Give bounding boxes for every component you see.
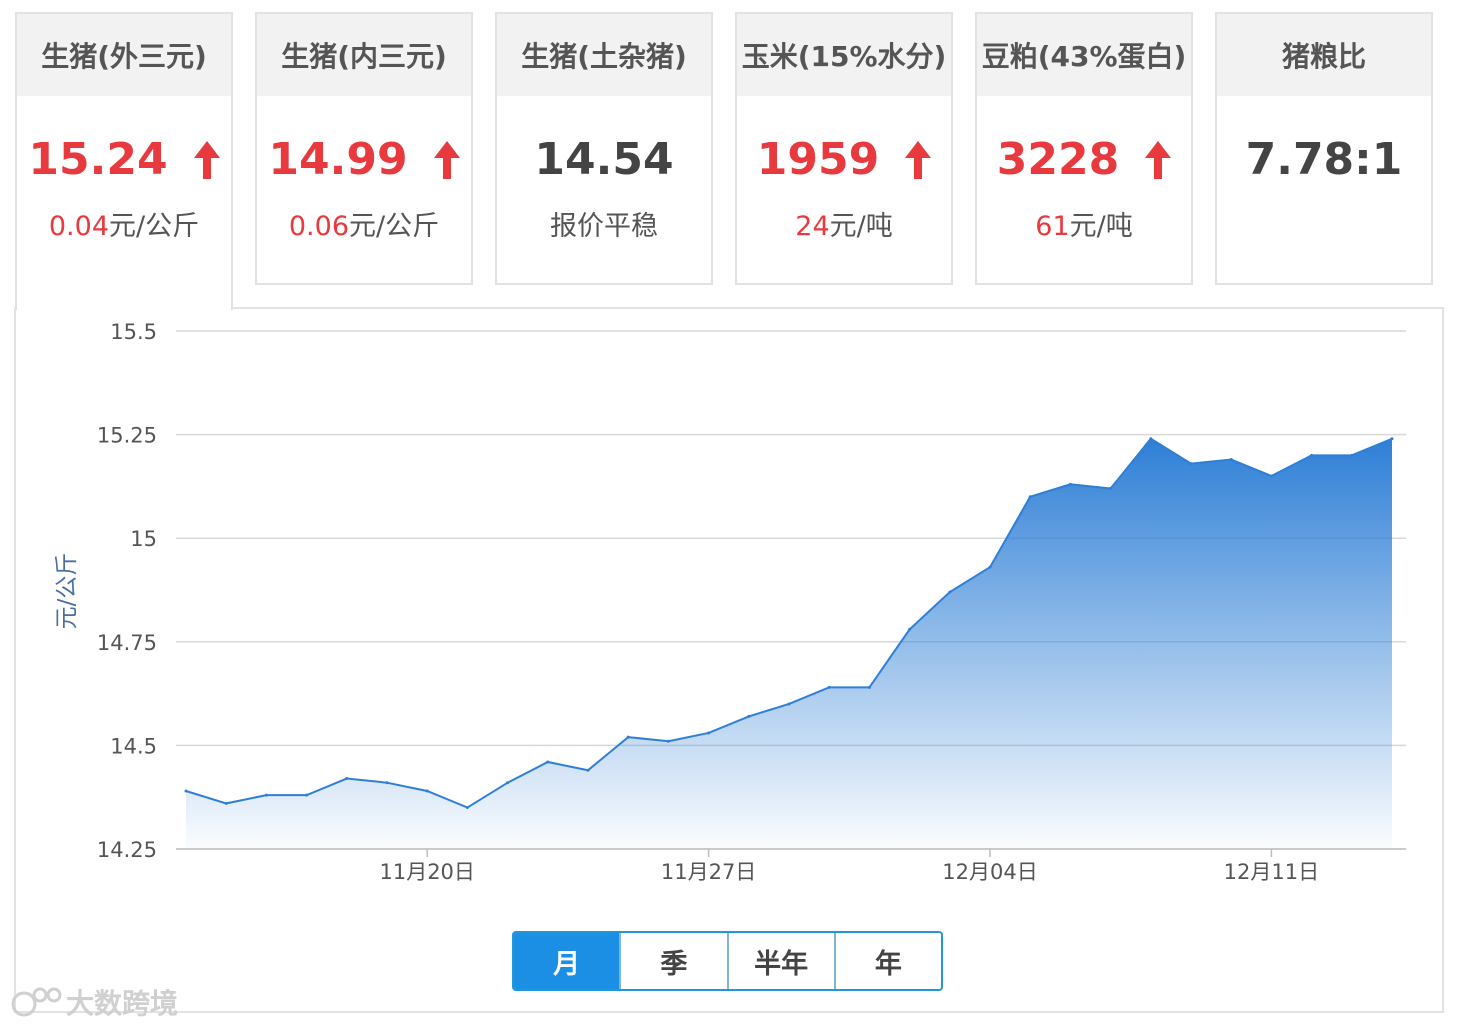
- tab-4[interactable]: 豆粕(43%蛋白) 3228 61元/吨: [975, 12, 1193, 285]
- tab-price: 15.24: [17, 134, 231, 185]
- tab-change-value: 0.04: [48, 211, 109, 242]
- tab-change-unit: 元/公斤: [349, 211, 440, 242]
- range-button-3[interactable]: 年: [833, 933, 941, 989]
- x-tick-label: 11月27日: [661, 860, 756, 884]
- data-point: [1189, 462, 1193, 466]
- tab-change: 0.06元/公斤: [257, 204, 471, 243]
- data-point: [305, 793, 309, 797]
- arrow-up-icon: [1145, 140, 1172, 179]
- tab-change-unit: 元/吨: [1069, 211, 1133, 242]
- tab-title: 生猪(外三元): [17, 14, 231, 96]
- tab-title: 豆粕(43%蛋白): [977, 14, 1191, 96]
- y-axis-label: 元/公斤: [54, 553, 80, 630]
- tab-change-unit: 元/吨: [829, 211, 893, 242]
- data-point: [586, 768, 590, 772]
- data-point: [1269, 474, 1273, 478]
- x-tick-label: 11月20日: [379, 860, 474, 884]
- tab-price-value: 7.78:1: [1245, 134, 1403, 185]
- tab-price: 3228: [977, 134, 1191, 185]
- y-tick-label: 14.75: [97, 631, 157, 655]
- tab-change-value: 61: [1035, 211, 1070, 242]
- price-area-chart: 11月20日 11月27日 12月04日 12月11日 14.25 14.5 14.75 1…: [54, 320, 1406, 884]
- range-button-1[interactable]: 季: [619, 933, 726, 989]
- tab-1[interactable]: 生猪(内三元) 14.99 0.06元/公斤: [255, 12, 473, 285]
- tab-price: 14.54: [497, 134, 711, 185]
- tab-change: 61元/吨: [977, 204, 1191, 243]
- tab-price-value: 3228: [996, 134, 1120, 185]
- y-tick-label: 15.5: [110, 320, 157, 344]
- tab-change: 报价平稳: [497, 204, 711, 243]
- data-point: [1109, 486, 1113, 490]
- watermark: 大数跨境: [10, 982, 178, 1022]
- tab-3[interactable]: 玉米(15%水分) 1959 24元/吨: [735, 12, 953, 285]
- tab-change: 24元/吨: [737, 204, 951, 243]
- tab-title: 玉米(15%水分): [737, 14, 951, 96]
- tab-price-value: 15.24: [28, 134, 168, 185]
- data-point: [1390, 437, 1394, 441]
- data-point: [948, 590, 952, 594]
- data-point: [1068, 482, 1072, 486]
- tab-price-value: 14.54: [534, 134, 674, 185]
- data-point: [385, 781, 389, 785]
- tab-title: 猪粮比: [1217, 14, 1431, 96]
- range-button-2[interactable]: 半年: [726, 933, 834, 989]
- watermark-logo-icon: [11, 987, 62, 1017]
- data-point: [908, 627, 912, 631]
- x-tick-label: 12月11日: [1224, 860, 1319, 884]
- y-tick-label: 15: [130, 527, 157, 551]
- data-point: [988, 565, 992, 569]
- data-point: [827, 685, 831, 689]
- tab-change-unit: 报价平稳: [550, 211, 658, 242]
- tab-price: 14.99: [257, 134, 471, 185]
- y-tick-label: 15.25: [97, 424, 157, 448]
- data-point: [184, 789, 188, 793]
- data-point: [425, 789, 429, 793]
- tab-price: 1959: [737, 134, 951, 185]
- data-point: [707, 731, 711, 735]
- arrow-up-icon: [193, 140, 220, 179]
- range-button-0[interactable]: 月: [514, 933, 620, 989]
- data-point: [787, 702, 791, 706]
- data-point: [546, 760, 550, 764]
- data-point: [506, 781, 510, 785]
- x-tick-label: 12月04日: [942, 860, 1037, 884]
- data-point: [626, 735, 630, 739]
- data-point: [867, 685, 871, 689]
- tab-price-value: 14.99: [268, 134, 408, 185]
- tab-price-value: 1959: [756, 134, 880, 185]
- data-point: [666, 739, 670, 743]
- tab-5[interactable]: 猪粮比 7.78:1: [1215, 12, 1433, 285]
- tab-title: 生猪(内三元): [257, 14, 471, 96]
- arrow-up-icon: [433, 140, 460, 179]
- data-point: [1229, 457, 1233, 461]
- data-point: [345, 777, 349, 781]
- arrow-up-icon: [905, 140, 932, 179]
- tab-title: 生猪(土杂猪): [497, 14, 711, 96]
- data-point: [1310, 453, 1314, 457]
- data-point: [465, 806, 469, 810]
- data-point: [747, 714, 751, 718]
- series-area: [186, 438, 1392, 849]
- data-point: [1028, 495, 1032, 499]
- tab-change: 0.04元/公斤: [17, 204, 231, 243]
- watermark-text: 大数跨境: [66, 987, 179, 1020]
- tab-change-unit: 元/公斤: [109, 211, 200, 242]
- y-tick-label: 14.25: [97, 838, 157, 862]
- data-point: [1350, 453, 1354, 457]
- range-selector: 月季半年年: [512, 931, 943, 991]
- data-point: [224, 801, 228, 805]
- data-point: [264, 793, 268, 797]
- tab-change-value: 0.06: [288, 211, 349, 242]
- tab-0[interactable]: 生猪(外三元) 15.24 0.04元/公斤: [15, 12, 233, 310]
- tab-2[interactable]: 生猪(土杂猪) 14.54 报价平稳: [495, 12, 713, 285]
- tab-price: 7.78:1: [1217, 134, 1431, 185]
- chart-panel: 11月20日 11月27日 12月04日 12月11日 14.25 14.5 14.75 1…: [14, 307, 1444, 1013]
- tab-change-value: 24: [795, 211, 830, 242]
- data-point: [1149, 437, 1153, 441]
- y-tick-label: 14.5: [110, 734, 157, 758]
